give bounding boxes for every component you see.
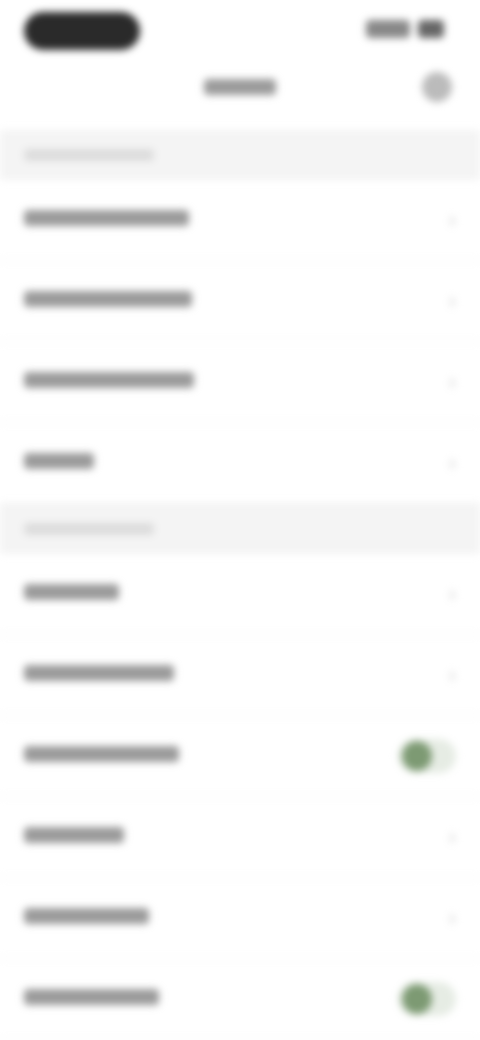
list-item-label	[24, 987, 159, 1011]
list-item[interactable]: ›	[0, 797, 480, 878]
settings-icon[interactable]	[422, 72, 452, 102]
text-placeholder	[24, 291, 192, 307]
list-item[interactable]: ›	[0, 342, 480, 423]
section-header	[0, 130, 480, 180]
toggle-knob	[402, 741, 432, 771]
chevron-right-icon: ›	[448, 662, 456, 687]
text-placeholder	[24, 665, 174, 681]
list-item[interactable]: ›	[0, 554, 480, 635]
text-placeholder	[24, 523, 154, 535]
list-item-label	[24, 208, 189, 232]
list-item-label	[24, 825, 124, 849]
text-placeholder	[24, 453, 94, 469]
toggle-switch[interactable]	[398, 982, 456, 1016]
list-item-label	[24, 582, 119, 606]
list-item[interactable]: ›	[0, 423, 480, 504]
chevron-right-icon: ›	[448, 824, 456, 849]
text-placeholder	[24, 908, 149, 924]
status-bar	[0, 0, 480, 60]
toggle-knob	[402, 984, 432, 1014]
list-item-label	[24, 663, 174, 687]
list-item-label	[24, 906, 149, 930]
chevron-right-icon: ›	[448, 905, 456, 930]
battery-icon	[418, 20, 444, 38]
list-item	[0, 959, 480, 1040]
chevron-right-icon: ›	[448, 450, 456, 475]
list-item-label	[24, 370, 194, 394]
dynamic-island	[24, 12, 140, 50]
status-icons	[358, 20, 444, 38]
section-header	[0, 504, 480, 554]
chevron-right-icon: ›	[448, 581, 456, 606]
text-placeholder	[24, 372, 194, 388]
list-item[interactable]: ›	[0, 878, 480, 959]
text-placeholder	[24, 827, 124, 843]
text-placeholder	[24, 746, 179, 762]
toggle-switch[interactable]	[398, 739, 456, 773]
text-placeholder	[24, 989, 159, 1005]
chevron-right-icon: ›	[448, 207, 456, 232]
text-placeholder	[24, 210, 189, 226]
list-item-label	[24, 744, 179, 768]
list-item[interactable]: ›	[0, 261, 480, 342]
list-item	[0, 716, 480, 797]
list-item[interactable]: ›	[0, 180, 480, 261]
list-item-label	[24, 451, 94, 475]
page-title	[204, 75, 276, 101]
text-placeholder	[24, 584, 119, 600]
text-placeholder	[204, 78, 276, 95]
navigation-bar	[0, 60, 480, 115]
chevron-right-icon: ›	[448, 369, 456, 394]
text-placeholder	[24, 149, 154, 161]
list-item-label	[24, 289, 192, 313]
list-item[interactable]: ›	[0, 635, 480, 716]
chevron-right-icon: ›	[448, 288, 456, 313]
signal-icon	[366, 20, 410, 38]
